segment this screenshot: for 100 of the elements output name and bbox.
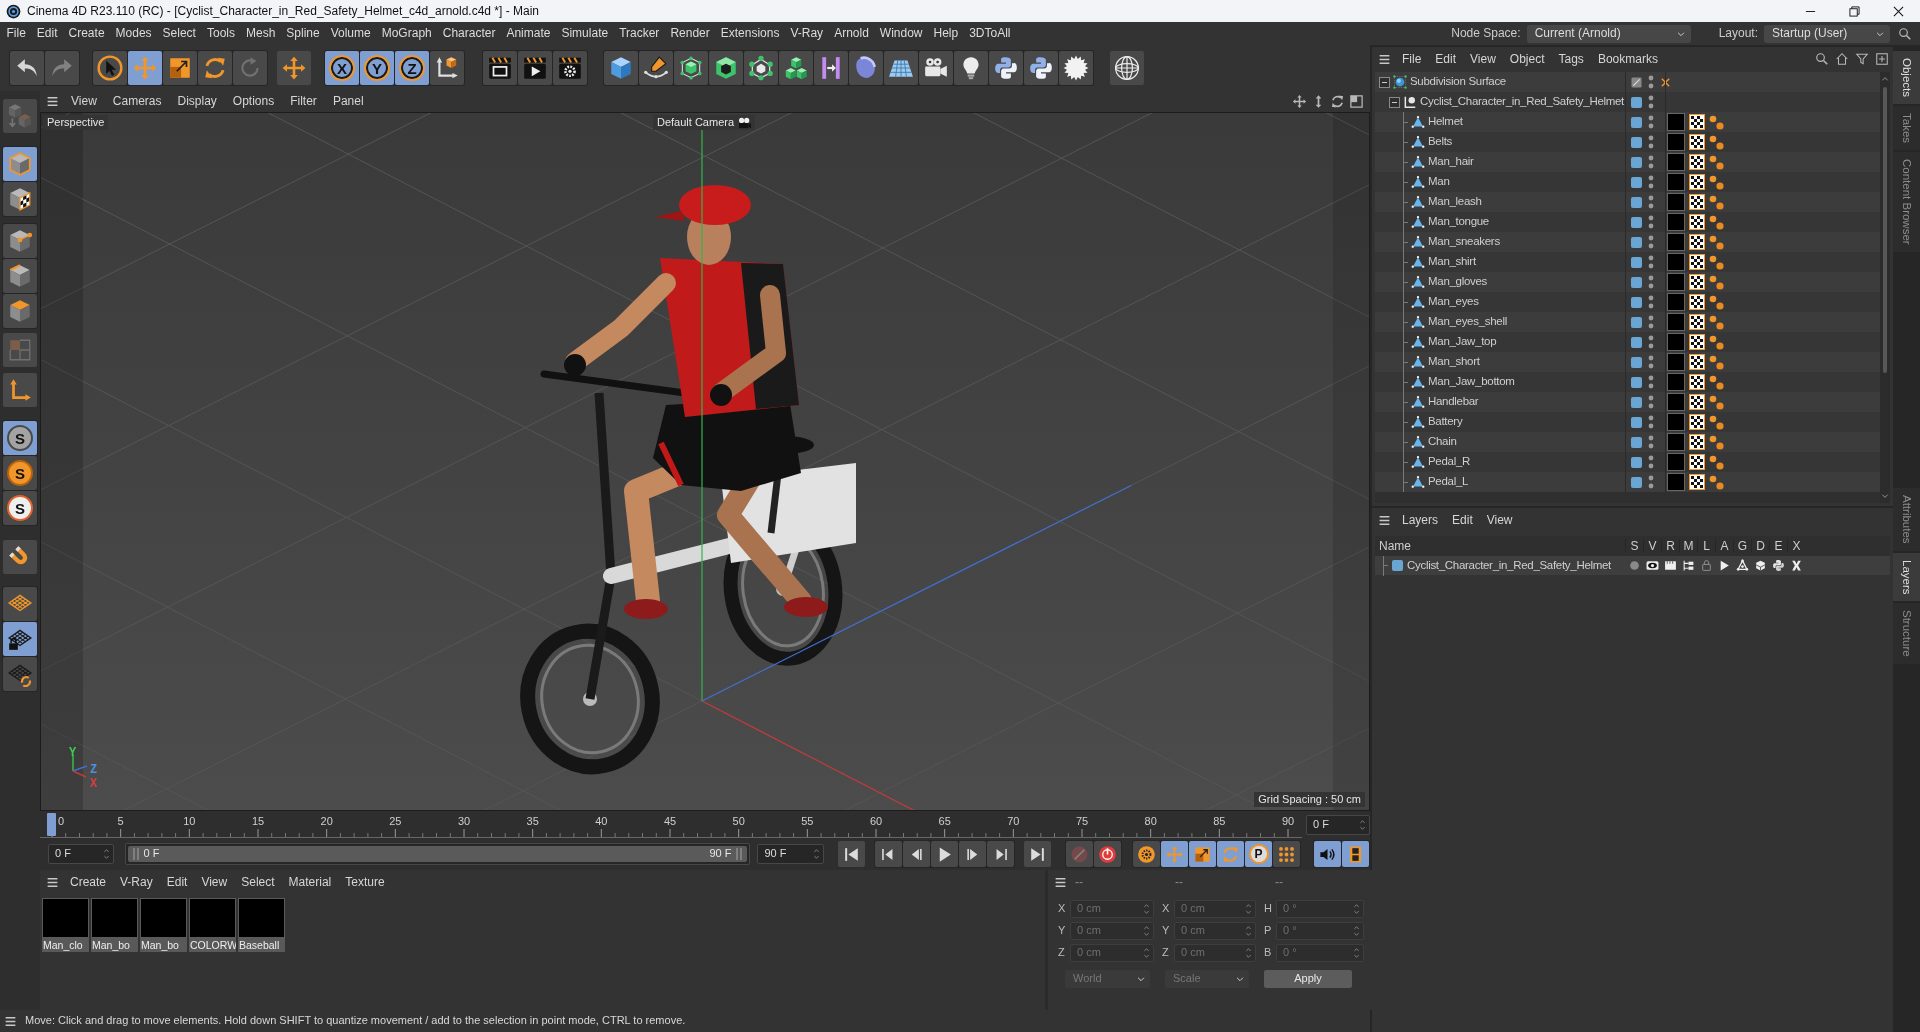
grid-align-button[interactable] <box>3 657 37 691</box>
material-tag-icon[interactable] <box>1667 193 1685 211</box>
menu-icon[interactable] <box>46 875 59 889</box>
key-parameter-button[interactable]: P <box>1245 841 1272 867</box>
material-tag-icon[interactable] <box>1667 353 1685 371</box>
checker-tag-icon[interactable] <box>1689 134 1705 150</box>
menu-item[interactable]: Simulate <box>555 25 614 42</box>
layer-color-icon[interactable] <box>1631 316 1642 328</box>
start-frame-field[interactable]: 0 F <box>48 844 114 864</box>
two-dots-icon[interactable] <box>1648 455 1654 469</box>
dots-tag-icon[interactable] <box>1709 134 1724 150</box>
dots-tag-icon[interactable] <box>1709 234 1724 250</box>
two-dots-icon[interactable] <box>1648 335 1654 349</box>
object-row[interactable]: Man_shirt <box>1375 252 1880 272</box>
checker-tag-icon[interactable] <box>1689 114 1705 130</box>
sound-button[interactable] <box>1314 841 1341 867</box>
extrude-button[interactable] <box>709 51 743 85</box>
object-name[interactable]: Man_sneakers <box>1428 235 1500 249</box>
menu-item[interactable]: Tools <box>201 25 241 42</box>
two-dots-icon[interactable] <box>1648 175 1654 189</box>
menu-item[interactable]: Spline <box>280 25 326 42</box>
dots-tag-icon[interactable] <box>1709 154 1724 170</box>
menu-item[interactable]: Select <box>234 874 282 890</box>
object-name[interactable]: Subdivision Surface <box>1410 75 1506 89</box>
viewport-menu-item[interactable]: Display <box>169 94 225 109</box>
dots-tag-icon[interactable] <box>1709 194 1724 210</box>
checker-tag-icon[interactable] <box>1689 254 1705 270</box>
lock-icon[interactable] <box>1700 559 1713 572</box>
checker-tag-icon[interactable] <box>1689 374 1705 390</box>
material-tag-icon[interactable] <box>1667 433 1685 451</box>
play-icon[interactable] <box>1718 559 1731 572</box>
spinner-icon[interactable] <box>1143 924 1150 938</box>
checker-tag-icon[interactable] <box>1689 214 1705 230</box>
cross-icon[interactable] <box>1660 76 1671 88</box>
layer-color-icon[interactable] <box>1631 296 1642 308</box>
subdivision-button[interactable] <box>674 51 708 85</box>
object-row[interactable]: Man_Jaw_bottom <box>1375 372 1880 392</box>
script-button[interactable] <box>1024 51 1058 85</box>
menu-item[interactable]: View <box>1463 51 1503 67</box>
key-settings-button[interactable] <box>1133 841 1160 867</box>
apply-button[interactable]: Apply <box>1264 970 1352 988</box>
layer-color-icon[interactable] <box>1631 336 1642 348</box>
menu-item[interactable]: Object <box>1502 51 1552 67</box>
two-dots-icon[interactable] <box>1648 95 1654 109</box>
two-dots-icon[interactable] <box>1648 75 1654 89</box>
grid-lock-button[interactable] <box>3 622 37 656</box>
spinner-icon[interactable] <box>102 847 110 861</box>
key-points-button[interactable] <box>1273 841 1300 867</box>
layer-color-icon[interactable] <box>1631 236 1642 248</box>
x-shape-icon[interactable] <box>1790 559 1803 572</box>
material-preview-icon[interactable] <box>42 898 89 938</box>
side-tab[interactable]: Structure <box>1893 603 1920 664</box>
layer-row[interactable]: Cyclist_Character_in_Red_Safety_Helmet <box>1375 556 1890 575</box>
checker-tag-icon[interactable] <box>1689 474 1705 490</box>
dots-tag-icon[interactable] <box>1709 394 1724 410</box>
box-icon[interactable] <box>1754 559 1767 572</box>
spinner-icon[interactable] <box>1353 924 1360 938</box>
object-name[interactable]: Chain <box>1428 435 1457 449</box>
snap-button[interactable] <box>3 540 37 574</box>
two-dots-icon[interactable] <box>1648 315 1654 329</box>
material-tag-icon[interactable] <box>1667 113 1685 131</box>
layer-color-icon[interactable] <box>1631 116 1642 128</box>
object-row[interactable]: Man_hair <box>1375 152 1880 172</box>
pen-tool-button[interactable] <box>639 51 673 85</box>
slashed-square-icon[interactable] <box>1631 76 1642 88</box>
menu-item[interactable]: V-Ray <box>113 874 160 890</box>
render-view-button[interactable] <box>483 51 517 85</box>
material-tag-icon[interactable] <box>1667 233 1685 251</box>
object-row[interactable]: Man <box>1375 172 1880 192</box>
object-row[interactable]: Pedal_R <box>1375 452 1880 472</box>
object-row[interactable]: Man_Jaw_top <box>1375 332 1880 352</box>
two-dots-icon[interactable] <box>1648 115 1654 129</box>
object-name[interactable]: Belts <box>1428 135 1453 149</box>
bend-button[interactable] <box>814 51 848 85</box>
object-name[interactable]: Man_shirt <box>1428 255 1476 269</box>
cube-button[interactable] <box>604 51 638 85</box>
checker-tag-icon[interactable] <box>1689 434 1705 450</box>
node-triangle-icon[interactable] <box>1736 559 1749 572</box>
material-tag-icon[interactable] <box>1667 473 1685 491</box>
dots-tag-icon[interactable] <box>1709 254 1724 270</box>
dots-tag-icon[interactable] <box>1709 334 1724 350</box>
spinner-icon[interactable] <box>1143 946 1150 960</box>
two-dots-icon[interactable] <box>1648 215 1654 229</box>
spinner-icon[interactable] <box>1143 902 1150 916</box>
scroll-down-icon[interactable] <box>1881 492 1889 500</box>
dots-tag-icon[interactable] <box>1709 294 1724 310</box>
render-settings-button[interactable] <box>553 51 587 85</box>
menu-item[interactable]: Window <box>874 25 928 42</box>
dot-icon[interactable] <box>1628 559 1641 572</box>
dots-tag-icon[interactable] <box>1709 454 1724 470</box>
spinner-icon[interactable] <box>813 847 820 861</box>
spinner-icon[interactable] <box>1245 902 1252 916</box>
coordinate-system-button[interactable] <box>430 51 464 85</box>
object-name[interactable]: Pedal_R <box>1428 455 1470 469</box>
layer-color-icon[interactable] <box>1631 476 1642 488</box>
checker-tag-icon[interactable] <box>1689 234 1705 250</box>
two-dots-icon[interactable] <box>1648 135 1654 149</box>
cubes-button[interactable] <box>779 51 813 85</box>
material-tag-icon[interactable] <box>1667 413 1685 431</box>
checker-tag-icon[interactable] <box>1689 294 1705 310</box>
